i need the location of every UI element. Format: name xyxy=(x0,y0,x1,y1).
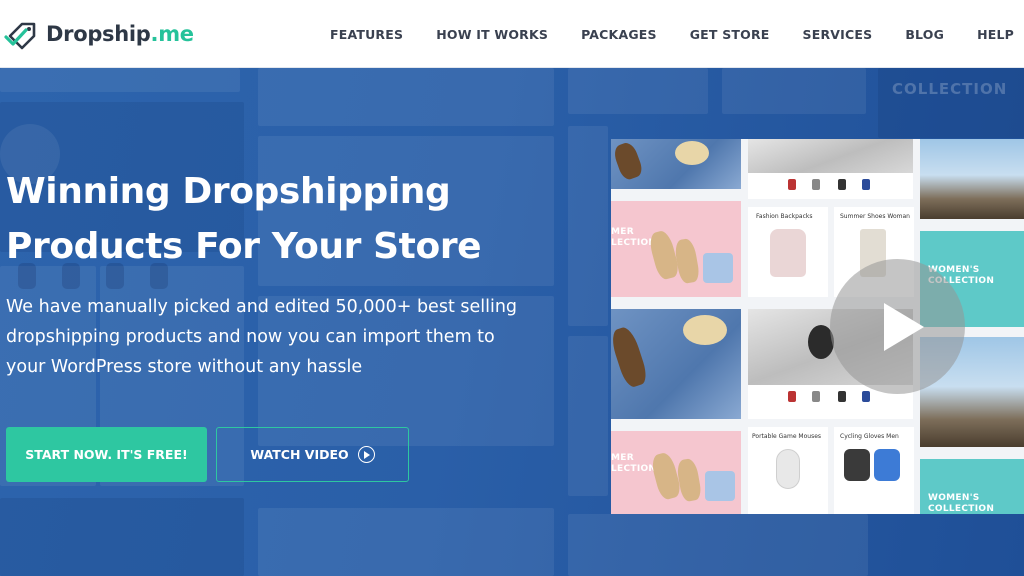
nav-how-it-works[interactable]: HOW IT WORKS xyxy=(436,27,548,42)
bg-tile xyxy=(0,68,240,92)
collection-banner: MER LECTION xyxy=(611,201,741,297)
bag-shape xyxy=(703,253,733,283)
nav-help[interactable]: HELP xyxy=(977,27,1014,42)
start-now-button[interactable]: START NOW. IT'S FREE! xyxy=(6,427,207,482)
watch-swatch xyxy=(812,391,820,402)
nav-get-store[interactable]: GET STORE xyxy=(690,27,770,42)
bg-tile xyxy=(568,68,708,114)
collection-label: WOMEN'S COLLECTION xyxy=(928,493,995,514)
top-navbar: Dropship.me FEATURES HOW IT WORKS PACKAG… xyxy=(0,0,1024,68)
subtext-line-3: your WordPress store without any hassle xyxy=(6,357,363,377)
play-circle-icon xyxy=(357,446,375,463)
backpack-shape xyxy=(770,229,806,277)
subtext-line-1: We have manually picked and edited 50,00… xyxy=(6,297,518,317)
logo[interactable]: Dropship.me xyxy=(4,18,194,50)
product-card: Portable Game Mouses xyxy=(748,427,828,514)
product-title: Fashion Backpacks xyxy=(756,213,813,220)
bg-tile xyxy=(568,336,608,496)
product-card: Fashion Backpacks xyxy=(748,207,828,297)
glove-shape xyxy=(844,449,870,481)
nav-features[interactable]: FEATURES xyxy=(330,27,403,42)
product-title: Cycling Gloves Men xyxy=(840,433,899,440)
shoe-shape xyxy=(673,237,701,285)
watch-swatch xyxy=(788,179,796,190)
nav-blog[interactable]: BLOG xyxy=(905,27,944,42)
watch-swatch xyxy=(838,179,846,190)
watch-swatch xyxy=(788,391,796,402)
watch-video-label: WATCH VIDEO xyxy=(250,447,349,462)
subtext-line-2: dropshipping products and now you can im… xyxy=(6,327,495,347)
mouse-shape xyxy=(776,449,800,489)
bg-ghost-text: COLLECTION xyxy=(892,80,1008,98)
product-card xyxy=(748,139,913,199)
product-title: Portable Game Mouses xyxy=(752,433,822,440)
hat-shape xyxy=(683,315,727,345)
bg-tile xyxy=(568,126,608,326)
glove-shape xyxy=(874,449,900,481)
nav-packages[interactable]: PACKAGES xyxy=(581,27,657,42)
headline-line-1: Winning Dropshipping xyxy=(6,171,451,212)
bag-shape xyxy=(705,471,735,501)
collection-label: MER LECTION xyxy=(611,453,657,474)
bg-tile xyxy=(258,508,554,576)
flatlay-image xyxy=(611,139,741,189)
shoe-shape xyxy=(675,457,703,503)
mountain-image xyxy=(920,139,1024,219)
tag-check-icon xyxy=(4,22,36,50)
shoe-shape xyxy=(611,140,645,182)
bg-tile xyxy=(0,498,244,576)
collection-banner: WOMEN'S COLLECTION xyxy=(920,459,1024,514)
video-play-icon[interactable] xyxy=(830,259,965,394)
watch-swatch xyxy=(812,179,820,190)
collection-label: MER LECTION xyxy=(611,227,657,248)
main-menu: FEATURES HOW IT WORKS PACKAGES GET STORE… xyxy=(297,0,1014,68)
watch-image xyxy=(748,139,913,173)
flatlay-image xyxy=(611,309,741,419)
headline-line-2: Products For Your Store xyxy=(6,226,482,267)
watch-swatch xyxy=(862,179,870,190)
bg-tile xyxy=(878,68,1024,138)
bg-tile xyxy=(258,68,554,126)
hero-headline: Winning Dropshipping Products For Your S… xyxy=(6,164,546,274)
watch-swatch xyxy=(838,391,846,402)
product-title: Summer Shoes Woman xyxy=(840,213,910,220)
collection-banner: MER LECTION xyxy=(611,431,741,514)
hero-subtext: We have manually picked and edited 50,00… xyxy=(6,292,566,382)
product-card: Cycling Gloves Men xyxy=(834,427,914,514)
shoe-shape xyxy=(611,324,650,390)
logo-text: Dropship.me xyxy=(46,22,194,46)
watch-swatch xyxy=(862,391,870,402)
hat-shape xyxy=(675,141,709,165)
nav-services[interactable]: SERVICES xyxy=(803,27,873,42)
bg-tile xyxy=(722,68,866,114)
bg-tile xyxy=(568,514,868,576)
watch-video-button[interactable]: WATCH VIDEO xyxy=(216,427,409,482)
